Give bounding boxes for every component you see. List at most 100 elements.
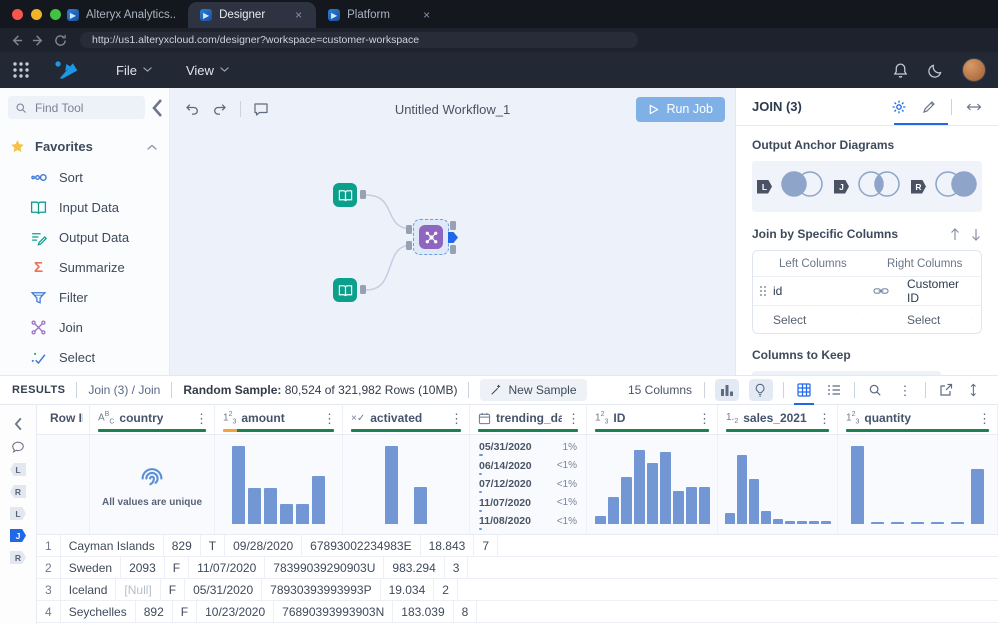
column-header-sales_2021[interactable]: 1.2sales_2021⋮ [718,405,838,434]
column-histogram[interactable] [385,444,427,524]
profile-histogram-toggle-icon[interactable] [715,379,739,401]
anchor-badge-r[interactable]: R [10,485,26,498]
column-header-country[interactable]: ABCcountry⋮ [90,405,215,434]
anchor-badge-r[interactable]: R [10,551,26,564]
column-menu-kebab-icon[interactable]: ⋮ [698,412,711,425]
section-collapse-down-icon[interactable] [971,228,982,241]
favorites-section-header[interactable]: Favorites [0,127,169,162]
settings-gear-icon[interactable] [891,99,907,115]
column-menu-kebab-icon[interactable]: ⋮ [195,412,208,425]
forward-icon[interactable] [32,34,45,47]
open-in-new-icon[interactable] [936,379,956,401]
back-icon[interactable] [10,34,23,47]
column-menu-kebab-icon[interactable]: ⋮ [978,412,991,425]
section-collapse-up-icon[interactable] [950,228,961,241]
refresh-icon[interactable] [54,34,67,47]
tab-close-icon[interactable]: × [293,8,304,22]
browser-tab[interactable]: ▶Designer× [188,2,316,28]
tab-close-icon[interactable]: × [421,8,432,22]
left-input-anchor[interactable] [406,225,412,234]
input-data-tool-2[interactable] [333,278,357,302]
left-column-select[interactable]: Select [773,313,871,327]
table-row[interactable]: 2Sweden2093F11/07/202078399039290903U983… [37,557,998,579]
alteryx-logo[interactable] [52,59,82,81]
drag-handle-icon[interactable] [753,285,773,297]
column-header-row-id[interactable]: Row ID [37,405,90,434]
output-anchor[interactable] [360,190,366,199]
column-header-id[interactable]: 123ID⋮ [587,405,718,434]
column-menu-kebab-icon[interactable]: ⋮ [818,412,831,425]
menu-view[interactable]: View [186,63,229,78]
left-output-anchor[interactable] [450,221,456,230]
right-column-select[interactable]: Select [891,313,981,327]
venn-j[interactable]: J [834,169,907,204]
right-output-anchor[interactable] [450,245,456,254]
sidebar-item-output-data[interactable]: Output Data [0,222,169,252]
column-histogram[interactable] [725,444,831,524]
resize-panel-icon[interactable] [966,379,986,401]
table-row[interactable]: 4Seychelles892F10/23/202076890393993903N… [37,601,998,623]
sidebar-item-input-data[interactable]: Input Data [0,192,169,222]
join-tool-selection[interactable] [413,219,449,255]
find-tool-input[interactable] [33,100,138,116]
list-view-icon[interactable] [824,379,844,401]
close-window-button[interactable] [12,9,23,20]
grid-view-icon[interactable] [794,379,814,401]
more-options-kebab-icon[interactable]: ⋮ [895,379,915,401]
browser-tab[interactable]: ▶Alteryx Analytics.. [55,2,188,28]
date-frequency-list[interactable]: 05/31/20201%06/14/2020<1%07/12/2020<1%11… [470,435,586,534]
column-header-quantity[interactable]: 123quantity⋮ [838,405,998,434]
messages-bubble-icon[interactable] [11,440,25,454]
sidebar-item-summarize[interactable]: ΣSummarize [0,252,169,282]
chevron-up-icon[interactable] [147,144,157,150]
sidebar-item-filter[interactable]: Filter [0,282,169,312]
collapse-strip-icon[interactable] [11,417,25,431]
annotation-pen-icon[interactable] [921,99,937,115]
comment-icon[interactable] [253,101,269,117]
column-header-trending_date[interactable]: trending_date⋮ [470,405,587,434]
column-menu-kebab-icon[interactable]: ⋮ [567,412,580,425]
venn-l[interactable]: L [757,169,830,204]
workflow-canvas[interactable]: Run Job Untitled Workflow_1 [170,88,735,375]
table-row[interactable]: 1Cayman Islands829T09/28/202067893002234… [37,535,998,557]
input-data-tool-1[interactable] [333,183,357,207]
redo-icon[interactable] [212,101,228,117]
left-column-select[interactable]: id [773,284,871,298]
anchor-badge-j[interactable]: J [10,529,26,542]
undo-icon[interactable] [184,101,200,117]
minimize-window-button[interactable] [31,9,42,20]
sidebar-item-select[interactable]: Select [0,342,169,372]
menu-file[interactable]: File [116,63,152,78]
anchor-badge-l[interactable]: L [10,463,26,476]
sidebar-item-sort[interactable]: Sort [0,162,169,192]
dark-mode-moon-icon[interactable] [927,62,944,79]
expand-panel-icon[interactable] [966,99,982,115]
insights-bulb-icon[interactable] [749,379,773,401]
column-histogram[interactable] [851,444,984,524]
column-header-activated[interactable]: ×✓activated⋮ [343,405,470,434]
notifications-bell-icon[interactable] [892,62,909,79]
join-tool[interactable] [419,225,443,249]
results-breadcrumb[interactable]: Join (3) / Join [88,383,160,397]
column-header-amount[interactable]: 123amount⋮ [215,405,343,434]
column-menu-kebab-icon[interactable]: ⋮ [323,412,336,425]
output-anchor[interactable] [360,285,366,294]
new-sample-button[interactable]: New Sample [480,379,586,401]
table-row[interactable]: 3Iceland[Null]F05/31/202078930393993993P… [37,579,998,601]
apps-grid-icon[interactable] [12,61,30,79]
column-menu-kebab-icon[interactable]: ⋮ [450,412,463,425]
column-histogram[interactable] [595,444,710,524]
find-tool-searchbox[interactable] [8,96,145,119]
url-bar[interactable] [80,32,638,48]
right-column-select[interactable]: Customer ID [891,277,981,305]
browser-tab[interactable]: ▶Platform× [316,2,444,28]
collapse-sidebar-icon[interactable] [151,98,163,118]
anchor-badge-l[interactable]: L [10,507,26,520]
venn-r[interactable]: R [911,169,984,204]
search-results-icon[interactable] [865,379,885,401]
right-input-anchor[interactable] [406,241,412,250]
sidebar-item-join[interactable]: Join [0,312,169,342]
column-histogram[interactable] [232,444,325,524]
run-job-button[interactable]: Run Job [636,97,725,122]
user-avatar[interactable] [962,58,986,82]
